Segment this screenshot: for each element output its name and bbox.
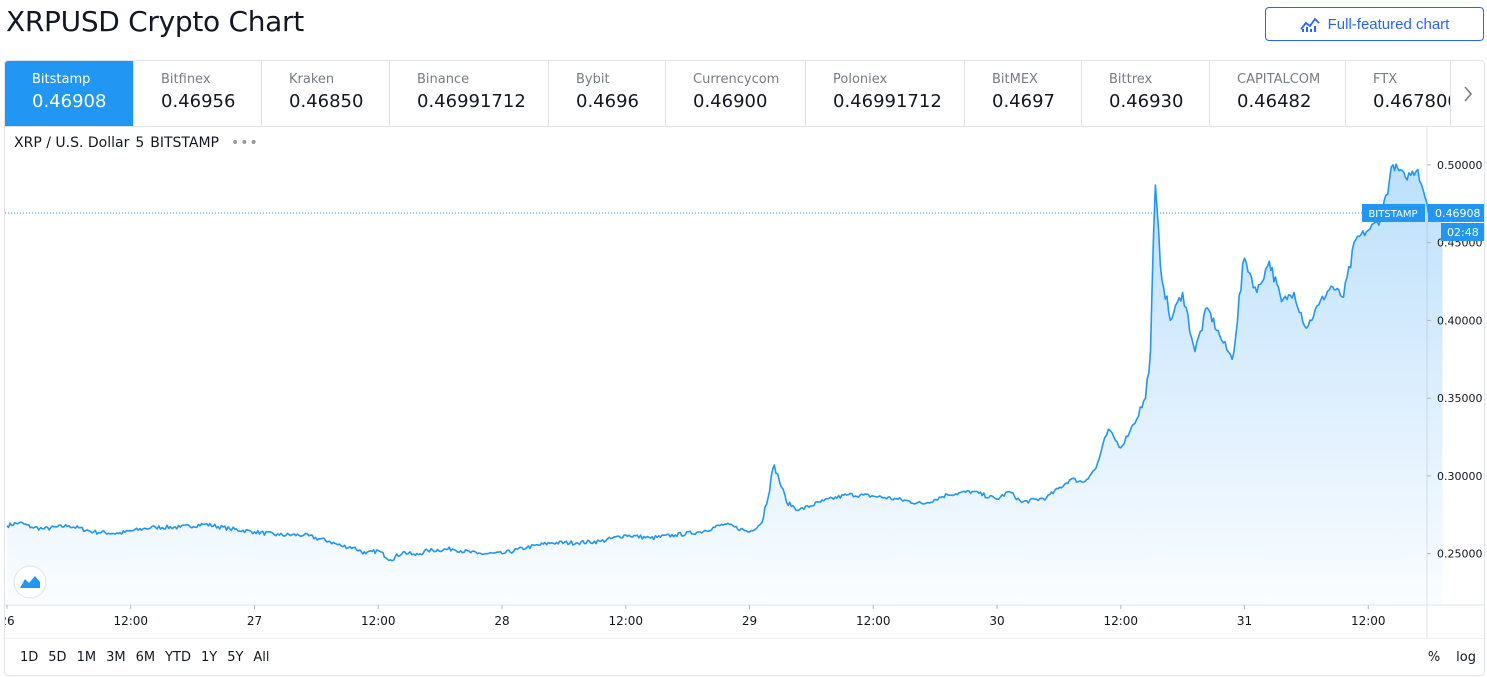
range-6m[interactable]: 6M <box>131 650 161 665</box>
exchange-price: 0.4697 <box>992 91 1055 112</box>
exchange-name: Bybit <box>576 72 610 87</box>
chevron-right-icon <box>1463 85 1472 102</box>
x-tick-label: 12:00 <box>1103 614 1138 628</box>
exchange-price: 0.46908 <box>32 91 107 112</box>
y-tick-label: 0.25000 <box>1437 548 1483 561</box>
range-1d[interactable]: 1D <box>15 650 43 665</box>
y-tick-label: 0.35000 <box>1437 392 1483 405</box>
exchange-price: 0.46930 <box>1109 91 1184 112</box>
tab-currencycom[interactable]: Currencycom 0.46900 <box>666 61 806 126</box>
range-ytd[interactable]: YTD <box>160 650 196 665</box>
y-tick-label: 0.40000 <box>1437 314 1483 327</box>
tab-bitstamp[interactable]: Bitstamp 0.46908 <box>5 61 134 126</box>
x-tick-label: 30 <box>989 614 1004 628</box>
exchange-price: 0.46991712 <box>833 91 942 112</box>
x-tick-label: 26 <box>5 614 15 628</box>
tab-bittrex[interactable]: Bittrex 0.46930 <box>1082 61 1210 126</box>
legend-more-button[interactable]: ••• <box>231 135 259 151</box>
x-tick-label: 28 <box>494 614 509 628</box>
x-tick-label: 12:00 <box>856 614 891 628</box>
exchange-price: 0.4696 <box>576 91 639 112</box>
x-tick-label: 12:00 <box>608 614 643 628</box>
exchange-price: 0.46956 <box>161 91 236 112</box>
range-selector: 1D 5D 1M 3M 6M YTD 1Y 5Y All <box>15 650 275 665</box>
tab-capitalcom[interactable]: CAPITALCOM 0.46482 <box>1210 61 1346 126</box>
tab-binance[interactable]: Binance 0.46991712 <box>390 61 549 126</box>
full-featured-chart-label: Full-featured chart <box>1327 15 1450 33</box>
exchange-name: Poloniex <box>833 72 888 87</box>
exchange-price: 0.46991712 <box>417 91 526 112</box>
tab-poloniex[interactable]: Poloniex 0.46991712 <box>806 61 965 126</box>
price-tag-value: 0.46908 <box>1435 207 1481 220</box>
scale-controls: % log <box>1428 650 1476 665</box>
percent-scale-toggle[interactable]: % <box>1428 650 1440 665</box>
exchange-tag-label: BITSTAMP <box>1368 209 1417 220</box>
countdown-value: 02:48 <box>1447 226 1479 239</box>
chart-icon <box>1299 17 1320 32</box>
area-fill <box>7 164 1443 605</box>
exchange-price: 0.46482 <box>1237 91 1312 112</box>
exchange-tabs: Bitstamp 0.46908 Bitfinex 0.46956 Kraken… <box>5 61 1484 127</box>
legend-exchange: BITSTAMP <box>150 135 219 151</box>
legend-symbol: XRP / U.S. Dollar <box>14 135 130 151</box>
exchange-name: Bitstamp <box>32 72 91 87</box>
range-1y[interactable]: 1Y <box>196 650 222 665</box>
legend-interval: 5 <box>135 135 145 151</box>
exchange-name: Currencycom <box>693 72 780 87</box>
range-all[interactable]: All <box>248 650 274 665</box>
exchange-name: Bitfinex <box>161 72 211 87</box>
tab-bitmex[interactable]: BitMEX 0.4697 <box>965 61 1082 126</box>
x-tick-label: 12:00 <box>1351 614 1386 628</box>
tradingview-logo-icon[interactable] <box>13 565 47 599</box>
x-tick-label: 29 <box>742 614 757 628</box>
range-3m[interactable]: 3M <box>101 650 131 665</box>
exchange-name: CAPITALCOM <box>1237 72 1321 87</box>
scroll-right-button[interactable] <box>1450 61 1484 126</box>
exchange-name: BitMEX <box>992 72 1038 87</box>
x-tick-label: 12:00 <box>361 614 396 628</box>
log-scale-toggle[interactable]: log <box>1456 650 1476 665</box>
x-tick-label: 31 <box>1237 614 1252 628</box>
tab-bitfinex[interactable]: Bitfinex 0.46956 <box>134 61 262 126</box>
exchange-name: Bittrex <box>1109 72 1153 87</box>
tab-kraken[interactable]: Kraken 0.46850 <box>262 61 390 126</box>
range-5y[interactable]: 5Y <box>222 650 248 665</box>
bottom-toolbar: 1D 5D 1M 3M 6M YTD 1Y 5Y All % log <box>5 639 1484 675</box>
price-chart[interactable]: 0.250000.300000.350000.400000.450000.500… <box>5 126 1484 639</box>
chart-widget: Bitstamp 0.46908 Bitfinex 0.46956 Kraken… <box>4 60 1485 676</box>
exchange-price: 0.46900 <box>693 91 768 112</box>
y-tick-label: 0.50000 <box>1437 159 1483 172</box>
x-tick-label: 27 <box>247 614 262 628</box>
range-1m[interactable]: 1M <box>72 650 102 665</box>
tab-bybit[interactable]: Bybit 0.4696 <box>549 61 666 126</box>
full-featured-chart-button[interactable]: Full-featured chart <box>1265 7 1484 41</box>
page-title: XRPUSD Crypto Chart <box>6 5 304 38</box>
exchange-price: 0.46850 <box>289 91 364 112</box>
y-tick-label: 0.30000 <box>1437 470 1483 483</box>
exchange-name: Kraken <box>289 72 335 87</box>
range-5d[interactable]: 5D <box>43 650 71 665</box>
chart-legend: XRP / U.S. Dollar 5 BITSTAMP ••• <box>14 135 259 151</box>
exchange-name: Binance <box>417 72 470 87</box>
x-tick-label: 12:00 <box>113 614 148 628</box>
